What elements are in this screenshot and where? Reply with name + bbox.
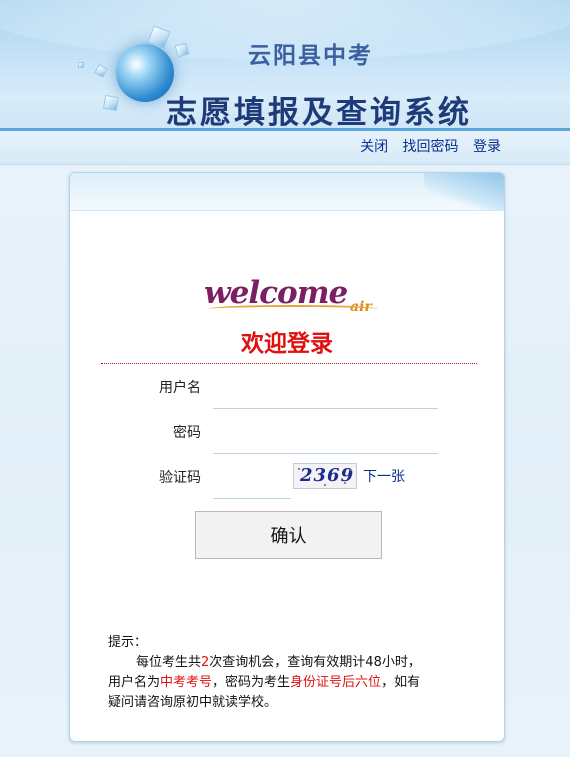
- login-link[interactable]: 登录: [473, 139, 501, 155]
- tips-line-2: 用户名为中考考号，密码为考生身份证号后六位，如有: [108, 673, 478, 693]
- tips-line-3: 疑问请咨询原初中就读学校。: [108, 695, 278, 710]
- login-card: welcome air 欢迎登录 用户名 密码 验证码 2369 下一张 确认 …: [69, 172, 505, 742]
- login-heading: 欢迎登录: [241, 331, 333, 357]
- banner-title: 志愿填报及查询系统: [166, 95, 472, 130]
- welcome-logo: welcome air: [204, 275, 384, 319]
- captcha-noise: [350, 469, 352, 471]
- captcha-label: 验证码: [159, 470, 201, 486]
- tips-line-1: 每位考生共2次查询机会，查询有效期计48小时，: [108, 653, 478, 673]
- tips-text: 用户名为: [108, 675, 161, 690]
- tips-text: ，如有: [381, 675, 421, 690]
- top-nav-links: 关闭 找回密码 登录: [350, 136, 501, 156]
- logo-swoosh: [208, 305, 378, 313]
- tips-text: ，密码为考生: [212, 675, 291, 690]
- heading-divider: [101, 363, 477, 364]
- tips-text: 次查询机会，查询有效期计48小时，: [209, 655, 421, 670]
- password-input[interactable]: [213, 428, 438, 454]
- password-label: 密码: [173, 425, 201, 441]
- next-captcha-link[interactable]: 下一张: [363, 466, 405, 486]
- captcha-noise: [298, 468, 300, 470]
- tips-text: 每位考生共: [136, 655, 202, 670]
- recover-password-link[interactable]: 找回密码: [403, 139, 459, 155]
- tips-box: 提示： 每位考生共2次查询机会，查询有效期计48小时， 用户名为中考考号，密码为…: [108, 633, 478, 713]
- confirm-button[interactable]: 确认: [195, 511, 382, 559]
- tips-title: 提示：: [108, 635, 148, 650]
- captcha-input[interactable]: [213, 473, 291, 499]
- banner-subtitle: 云阳县中考: [248, 42, 373, 69]
- top-nav: 关闭 找回密码 登录: [0, 131, 570, 165]
- username-input[interactable]: [213, 383, 438, 409]
- cube-icon: [94, 64, 108, 78]
- password-hint: 身份证号后六位: [290, 675, 382, 690]
- cube-icon: [78, 62, 84, 68]
- cube-icon: [102, 94, 120, 112]
- captcha-image[interactable]: 2369: [293, 463, 357, 489]
- username-hint: 中考考号: [160, 675, 213, 690]
- captcha-noise: [344, 482, 346, 484]
- header-banner: 云阳县中考 志愿填报及查询系统: [0, 0, 570, 130]
- username-label: 用户名: [159, 380, 201, 396]
- captcha-noise: [324, 484, 326, 486]
- close-link[interactable]: 关闭: [360, 139, 388, 155]
